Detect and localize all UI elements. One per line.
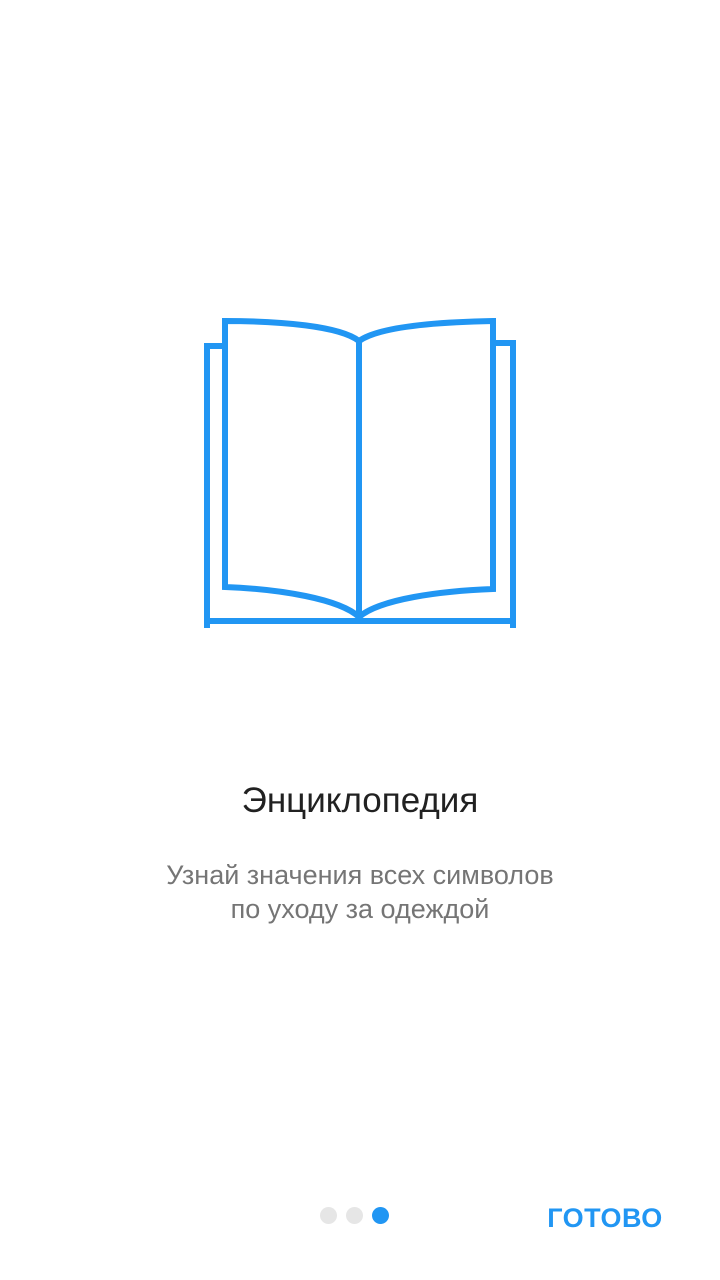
page-dot-3-active[interactable] bbox=[372, 1206, 389, 1224]
onboarding-screen: Энциклопедия Узнай значения всех символо… bbox=[0, 0, 720, 1280]
open-book-icon bbox=[200, 314, 520, 630]
done-button[interactable]: ГОТОВО bbox=[530, 1196, 680, 1240]
page-indicator bbox=[320, 1206, 398, 1224]
description-line-1: Узнай значения всех символов bbox=[166, 860, 554, 890]
page-dot-2[interactable] bbox=[346, 1206, 363, 1224]
page-title: Энциклопедия bbox=[241, 781, 479, 820]
page-description: Узнай значения всех символов по уходу за… bbox=[0, 858, 720, 926]
page-dot-1[interactable] bbox=[320, 1206, 337, 1224]
description-line-2: по уходу за одеждой bbox=[230, 894, 490, 924]
